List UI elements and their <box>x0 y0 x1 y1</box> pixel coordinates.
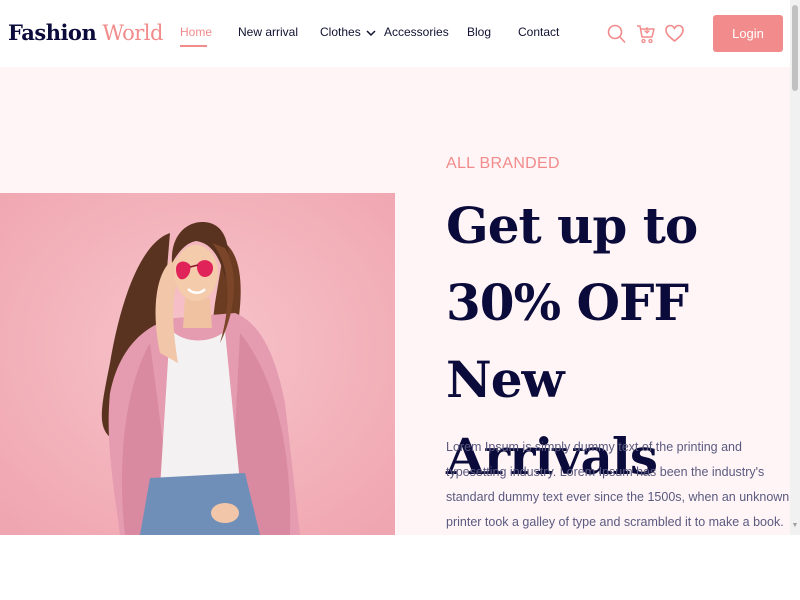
vertical-scrollbar[interactable]: ▼ <box>790 0 800 535</box>
nav-clothes-label: Clothes <box>320 25 361 39</box>
hero-eyebrow: ALL BRANDED <box>446 155 560 172</box>
nav-clothes[interactable]: Clothes <box>320 25 376 39</box>
nav-contact[interactable]: Contact <box>518 25 559 39</box>
nav-home[interactable]: Home <box>180 25 212 39</box>
search-icon[interactable] <box>607 24 626 44</box>
hero-model-image <box>0 193 395 535</box>
heart-icon[interactable] <box>665 24 684 43</box>
nav-new-arrival[interactable]: New arrival <box>238 25 298 39</box>
model-photo <box>0 193 395 535</box>
nav-active-underline <box>180 45 207 47</box>
login-button[interactable]: Login <box>713 15 783 52</box>
cart-icon[interactable] <box>636 24 655 44</box>
chevron-down-icon <box>366 30 376 36</box>
page-lower-area <box>0 535 800 600</box>
site-header: Fashion World Home New arrival Clothes A… <box>0 0 790 67</box>
scroll-down-arrow-icon[interactable]: ▼ <box>791 522 799 530</box>
hero-description: Lorem Ipsum is simply dummy text of the … <box>446 440 790 529</box>
scrollbar-thumb[interactable] <box>792 5 798 91</box>
hero-section: ALL BRANDED Get up to 30% OFF New Arriva… <box>0 67 790 535</box>
nav-blog[interactable]: Blog <box>467 25 491 39</box>
nav-accessories[interactable]: Accessories <box>384 25 449 39</box>
